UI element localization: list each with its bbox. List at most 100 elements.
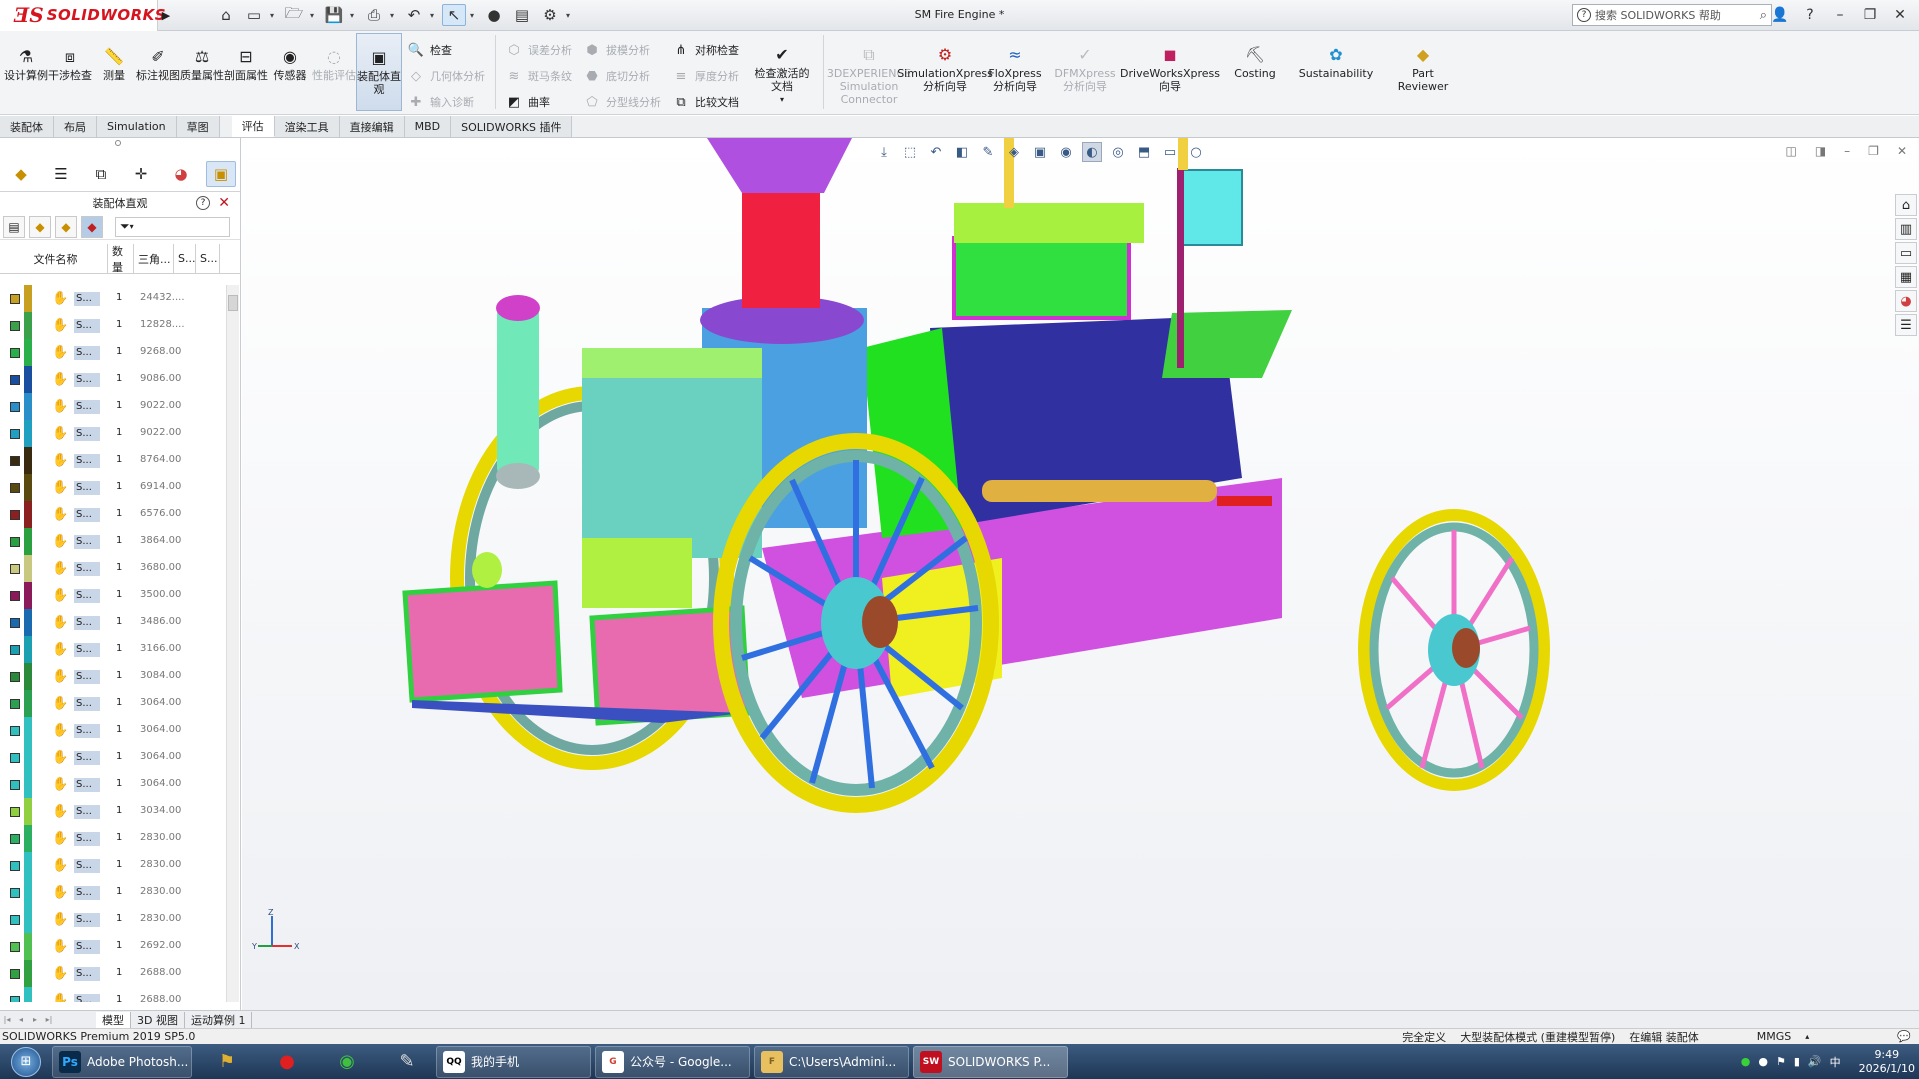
flag-marker-icon[interactable]	[10, 725, 20, 736]
tab-4[interactable]: 评估	[231, 116, 275, 137]
list-item[interactable]: ✋ S... 1 2692.00	[0, 933, 226, 960]
tab-7[interactable]: MBD	[404, 116, 452, 137]
solidworks-logo[interactable]: ƎS SOLIDWORKS	[0, 0, 166, 31]
flag-marker-icon[interactable]	[10, 509, 20, 520]
ribbon-button-design-study[interactable]: ⚗ 设计算例	[4, 31, 48, 113]
addin-button-4[interactable]: ◼ DriveWorksXpress 向导	[1120, 31, 1220, 106]
flag-marker-icon[interactable]	[10, 347, 20, 358]
tab-model[interactable]: 模型	[96, 1011, 131, 1028]
print-icon[interactable]: ⎙	[362, 4, 386, 26]
tab-5[interactable]: 渲染工具	[274, 116, 340, 137]
list-item[interactable]: ✋ S... 1 8764.00	[0, 447, 226, 474]
ribbon-item-col3-2[interactable]: ⬠ 分型线分析	[584, 91, 661, 113]
tab-6[interactable]: 直接编辑	[339, 116, 405, 137]
viewport-minimize-icon[interactable]: –	[1844, 144, 1850, 158]
panel-splitter-handle[interactable]	[115, 140, 121, 146]
flag-marker-icon[interactable]	[10, 941, 20, 952]
taskbar-app-4[interactable]: SW SOLIDWORKS P...	[913, 1045, 1068, 1078]
ribbon-button-sensor[interactable]: ◉ 传感器	[268, 31, 312, 113]
taskbar-app-0[interactable]: Ps Adobe Photosh...	[52, 1045, 192, 1078]
flag-marker-icon[interactable]	[10, 968, 20, 979]
edit-appearance-icon[interactable]: ◐	[1082, 142, 1102, 162]
list-item[interactable]: ✋ S... 1 3064.00	[0, 717, 226, 744]
list-item[interactable]: ✋ S... 1 3864.00	[0, 528, 226, 555]
flag-marker-icon[interactable]	[10, 590, 20, 601]
tab-3[interactable]: 草图	[176, 116, 220, 137]
next-tab-arrow-icon[interactable]: ▸	[28, 1013, 42, 1027]
flag-marker-icon[interactable]	[10, 401, 20, 412]
list-item[interactable]: ✋ S... 1 2830.00	[0, 906, 226, 933]
ribbon-item-col2-1[interactable]: ≋ 斑马条纹	[506, 65, 572, 87]
ribbon-button-interference[interactable]: ⧈ 干涉检查	[48, 31, 92, 113]
win-flag-icon[interactable]: ⚑	[196, 1046, 252, 1078]
viewport-restore-icon[interactable]: ❐	[1868, 144, 1879, 158]
ribbon-item-col4-0[interactable]: ⋔ 对称检查	[673, 39, 739, 61]
dynamic-annotation-icon[interactable]: ✎	[978, 142, 998, 162]
list-item[interactable]: ✋ S... 1 9022.00	[0, 420, 226, 447]
addin-button-5[interactable]: ⛏ Costing	[1226, 31, 1284, 106]
flag-marker-icon[interactable]	[10, 482, 20, 493]
chat-bubble-icon[interactable]: 💬	[1897, 1030, 1911, 1043]
ribbon-button-mass-properties[interactable]: ⚖ 质量属性	[180, 31, 224, 113]
view-palette-icon[interactable]: ▦	[1895, 266, 1917, 288]
help-search-box[interactable]: ? 搜索 SOLIDWORKS 帮助 ⌕	[1572, 4, 1772, 26]
list-scrollbar[interactable]	[226, 285, 239, 1002]
zoom-to-fit-icon[interactable]: ⤓	[874, 142, 894, 162]
ribbon-item-col2-0[interactable]: ⬡ 误差分析	[506, 39, 572, 61]
close-icon[interactable]: ✕	[1889, 4, 1911, 26]
apply-scene-icon[interactable]: ◎	[1108, 142, 1128, 162]
tab-3d-view[interactable]: 3D 视图	[131, 1011, 185, 1028]
list-item[interactable]: ✋ S... 1 6576.00	[0, 501, 226, 528]
list-item[interactable]: ✋ S... 1 3500.00	[0, 582, 226, 609]
feature-manager-tab-icon[interactable]: ◆	[6, 161, 36, 187]
assembly-visualization-tab-icon[interactable]: ▣	[206, 160, 236, 187]
traffic-light-icon[interactable]: ●	[482, 4, 506, 26]
list-item[interactable]: ✋ S... 1 2830.00	[0, 852, 226, 879]
addin-button-3[interactable]: ✓ DFMXpress 分析向导	[1054, 31, 1115, 106]
flat-view-icon[interactable]: ◆	[55, 215, 77, 238]
list-item[interactable]: ✋ S... 1 2830.00	[0, 825, 226, 852]
addin-button-2[interactable]: ≈ FloXpress 分析向导	[986, 31, 1044, 106]
flag-marker-icon[interactable]	[10, 293, 20, 304]
record-icon[interactable]: ●	[256, 1046, 312, 1078]
file-properties-icon[interactable]: ▤	[510, 4, 534, 26]
list-item[interactable]: ✋ S... 1 24432....	[0, 285, 226, 312]
restore-icon[interactable]: ❐	[1859, 4, 1881, 26]
tab-8[interactable]: SOLIDWORKS 插件	[451, 116, 573, 137]
volume-tray-icon[interactable]: 🔊	[1808, 1055, 1822, 1068]
tab-1[interactable]: 布局	[54, 116, 97, 137]
flag-marker-icon[interactable]	[10, 752, 20, 763]
flag-tray-icon[interactable]: ⚑	[1776, 1055, 1786, 1068]
ribbon-item-col2-2[interactable]: ◩ 曲率	[506, 91, 572, 113]
save-icon[interactable]: 💾	[322, 4, 346, 26]
last-tab-arrow-icon[interactable]: ▸|	[42, 1013, 56, 1027]
appearances-icon[interactable]: ◕	[1895, 290, 1917, 312]
paint-icon[interactable]: ✎	[376, 1046, 432, 1078]
menu-expand-arrow-icon[interactable]: ▶	[158, 0, 174, 31]
taskbar-app-3[interactable]: F C:\Users\Admini...	[754, 1045, 909, 1078]
configuration-manager-tab-icon[interactable]: ⧉	[86, 161, 116, 187]
home-icon[interactable]: ⌂	[214, 4, 238, 26]
ime-tray-icon[interactable]: 中	[1830, 1054, 1841, 1070]
tab-0[interactable]: 装配体	[0, 116, 54, 137]
design-library-icon[interactable]: ▥	[1895, 218, 1917, 240]
flag-marker-icon[interactable]	[10, 806, 20, 817]
options-dropdown-icon[interactable]: ▾	[566, 11, 574, 20]
check-active-dropdown-icon[interactable]: ▾	[780, 93, 784, 106]
flag-marker-icon[interactable]	[10, 455, 20, 466]
color-view-icon[interactable]: ◆	[81, 215, 103, 238]
list-item[interactable]: ✋ S... 1 9086.00	[0, 366, 226, 393]
open-dropdown-icon[interactable]: ▾	[310, 11, 318, 20]
flag-marker-icon[interactable]	[10, 320, 20, 331]
list-item[interactable]: ✋ S... 1 2688.00	[0, 960, 226, 987]
viewport-expand-right-icon[interactable]: ◨	[1815, 144, 1826, 158]
ribbon-item-col3-0[interactable]: ⬢ 拔模分析	[584, 39, 661, 61]
flag-marker-icon[interactable]	[10, 914, 20, 925]
list-item[interactable]: ✋ S... 1 3084.00	[0, 663, 226, 690]
col-qty[interactable]: 数量	[108, 244, 134, 274]
list-item[interactable]: ✋ S... 1 9268.00	[0, 339, 226, 366]
section-view-icon[interactable]: ◧	[952, 142, 972, 162]
flag-marker-icon[interactable]	[10, 617, 20, 628]
view-settings-icon[interactable]: ⬒	[1134, 142, 1154, 162]
hide-show-items-icon[interactable]: ◉	[1056, 142, 1076, 162]
